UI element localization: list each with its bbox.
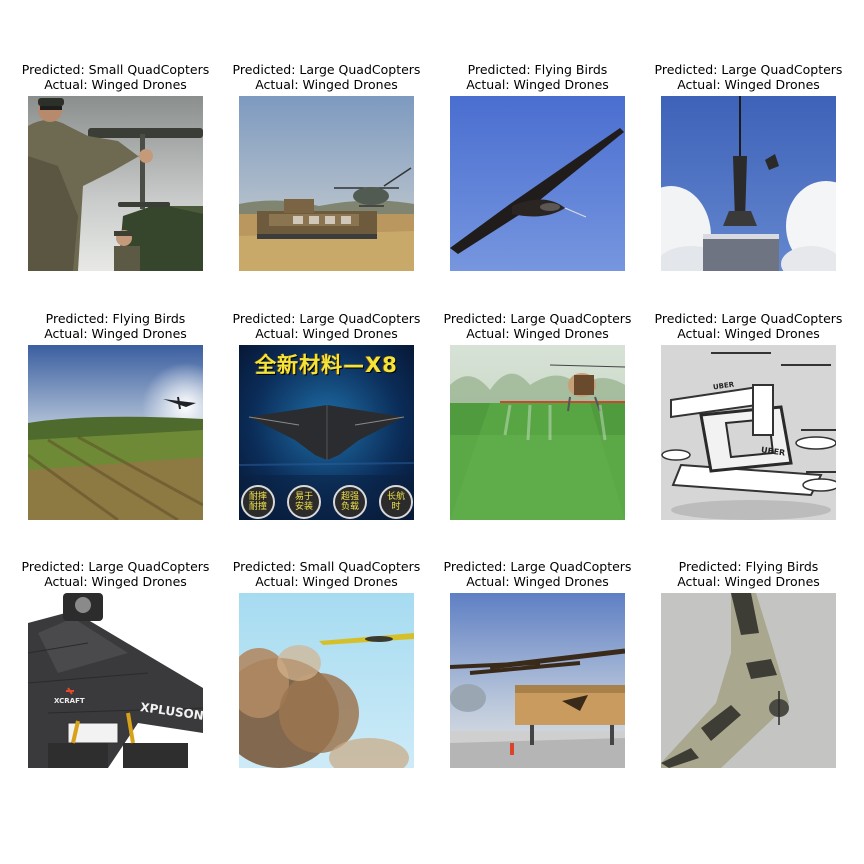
feature-badge: 长航时 bbox=[379, 485, 413, 519]
drone-image: XCRAFT XPLUSONE bbox=[28, 593, 203, 768]
actual-label: Actual: Winged Drones bbox=[677, 77, 820, 92]
drone-image: UBER UBER bbox=[661, 345, 836, 520]
predicted-label: Predicted: Large QuadCopters bbox=[654, 62, 843, 77]
drone-image bbox=[450, 96, 625, 271]
actual-label: Actual: Winged Drones bbox=[677, 326, 820, 341]
drone-image bbox=[239, 593, 414, 768]
drone-image: 全新材料—X8 耐摔耐撞 易于安装 超强负载 长航时 bbox=[239, 345, 414, 520]
product-title-text: 全新材料—X8 bbox=[255, 353, 398, 377]
predicted-label: Predicted: Large QuadCopters bbox=[654, 311, 843, 326]
drone-image bbox=[661, 96, 836, 271]
drone-image bbox=[450, 593, 625, 768]
actual-label: Actual: Winged Drones bbox=[677, 574, 820, 589]
drone-image bbox=[239, 96, 414, 271]
feature-badge: 超强负载 bbox=[333, 485, 367, 519]
drone-image bbox=[661, 593, 836, 768]
feature-badge: 耐摔耐撞 bbox=[241, 485, 275, 519]
drone-image bbox=[450, 345, 625, 520]
predicted-label: Predicted: Flying Birds bbox=[678, 559, 819, 574]
panel-title: Predicted: Large QuadCopters Actual: Win… bbox=[621, 62, 864, 92]
xcraft-logo: XCRAFT bbox=[54, 697, 85, 705]
panel-title: Predicted: Large QuadCopters Actual: Win… bbox=[621, 311, 864, 341]
drone-image bbox=[28, 96, 203, 271]
panel-title: Predicted: Flying Birds Actual: Winged D… bbox=[621, 559, 864, 589]
feature-badge: 易于安装 bbox=[287, 485, 321, 519]
drone-image bbox=[28, 345, 203, 520]
